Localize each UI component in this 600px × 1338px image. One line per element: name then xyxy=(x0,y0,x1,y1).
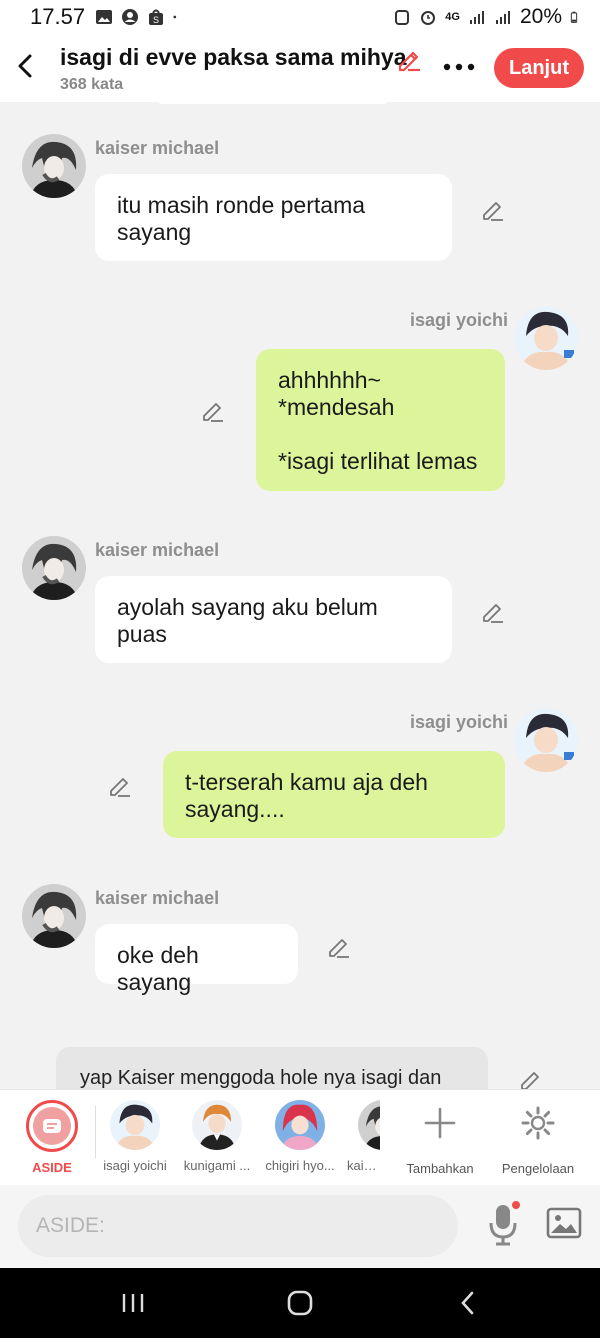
image-icon[interactable] xyxy=(546,1207,582,1239)
gear-icon xyxy=(521,1106,555,1140)
aside-label: ASIDE xyxy=(32,1160,72,1175)
word-count: 368 kata xyxy=(60,76,124,93)
avatar-kaiser[interactable] xyxy=(22,536,86,600)
status-notification-icons: S xyxy=(95,8,181,26)
message-bubble[interactable]: t-terserah kamu aja deh sayang.... xyxy=(163,751,505,838)
character-label: kunigami ... xyxy=(183,1158,251,1173)
avatar-kaiser[interactable] xyxy=(22,134,86,198)
status-bar: 17.57 S 4G 20% xyxy=(0,0,600,34)
system-nav-bar xyxy=(0,1268,600,1338)
pencil-icon[interactable] xyxy=(200,398,226,424)
aside-input[interactable] xyxy=(18,1195,458,1257)
narration-bubble[interactable]: yap Kaiser menggoda hole nya isagi dan xyxy=(56,1047,488,1089)
chat-area[interactable]: kaiser michael itu masih ronde pertama s… xyxy=(0,102,600,1089)
avatar xyxy=(192,1100,242,1150)
plus-icon xyxy=(424,1107,456,1139)
character-kunigami[interactable]: kunigami ... xyxy=(177,1100,257,1173)
battery-icon xyxy=(570,11,578,23)
next-button[interactable]: Lanjut xyxy=(494,48,584,88)
message-bubble[interactable]: itu masih ronde pertama sayang xyxy=(95,174,452,261)
previous-bubble-edge xyxy=(155,102,390,104)
status-right: 4G 20% xyxy=(393,5,582,29)
recycle-icon xyxy=(395,10,410,25)
more-icon[interactable] xyxy=(442,56,476,78)
signal-icon-2 xyxy=(495,11,510,24)
pencil-icon[interactable] xyxy=(396,46,422,72)
account-icon xyxy=(122,9,139,25)
shop-icon: S xyxy=(149,9,164,25)
character-kaiser[interactable]: kaiser xyxy=(328,1100,380,1173)
speaker-name: kaiser michael xyxy=(95,888,220,908)
character-bar: ASIDE isagi yoichi kunigami ... chigiri … xyxy=(0,1089,600,1185)
pencil-icon[interactable] xyxy=(480,197,506,223)
dot-icon xyxy=(173,15,177,19)
pencil-icon[interactable] xyxy=(518,1067,544,1089)
avatar-kaiser[interactable] xyxy=(22,884,86,948)
pencil-icon[interactable] xyxy=(326,934,352,960)
add-character-button[interactable]: Tambahkan xyxy=(402,1100,478,1176)
character-label: isagi yoichi xyxy=(103,1158,167,1173)
avatar xyxy=(358,1100,380,1150)
aside-button[interactable] xyxy=(26,1100,78,1152)
input-bar xyxy=(0,1185,600,1268)
speaker-name: isagi yoichi xyxy=(410,310,509,330)
story-title[interactable]: isagi di evve paksa sama mihya xyxy=(60,44,406,71)
manage-button[interactable]: Pengelolaan xyxy=(496,1100,580,1176)
alarm-icon xyxy=(421,11,436,25)
home-icon[interactable] xyxy=(285,1288,315,1318)
speaker-name: isagi yoichi xyxy=(410,712,509,732)
avatar-isagi[interactable] xyxy=(514,306,578,370)
manage-label: Pengelolaan xyxy=(501,1161,575,1176)
recent-apps-icon[interactable] xyxy=(118,1288,148,1318)
avatar-isagi[interactable] xyxy=(514,708,578,772)
character-label: kaiser xyxy=(347,1158,380,1173)
character-isagi[interactable]: isagi yoichi xyxy=(95,1100,175,1173)
avatar xyxy=(110,1100,160,1150)
recording-dot xyxy=(512,1201,520,1209)
back-arrow-icon[interactable] xyxy=(12,48,38,84)
story-header: isagi di evve paksa sama mihya 368 kata … xyxy=(0,34,600,102)
speaker-name: kaiser michael xyxy=(95,540,220,560)
gallery-icon xyxy=(96,10,113,24)
avatar xyxy=(275,1100,325,1150)
signal-icon xyxy=(469,11,484,24)
pencil-icon[interactable] xyxy=(480,599,506,625)
svg-text:S: S xyxy=(153,15,159,25)
network-type: 4G xyxy=(445,11,460,23)
back-nav-icon[interactable] xyxy=(454,1288,484,1318)
add-label: Tambahkan xyxy=(406,1161,474,1176)
message-bubble[interactable]: oke deh sayang xyxy=(95,924,298,995)
speaker-name: kaiser michael xyxy=(95,138,220,158)
status-time: 17.57 xyxy=(30,4,86,29)
message-bubble[interactable]: ahhhhhh~ *mendesah *isagi terlihat lemas xyxy=(256,349,505,491)
aside-icon xyxy=(43,1119,61,1133)
message-bubble[interactable]: ayolah sayang aku belum puas xyxy=(95,576,452,663)
pencil-icon[interactable] xyxy=(107,773,133,799)
battery-level: 20% xyxy=(519,5,562,28)
